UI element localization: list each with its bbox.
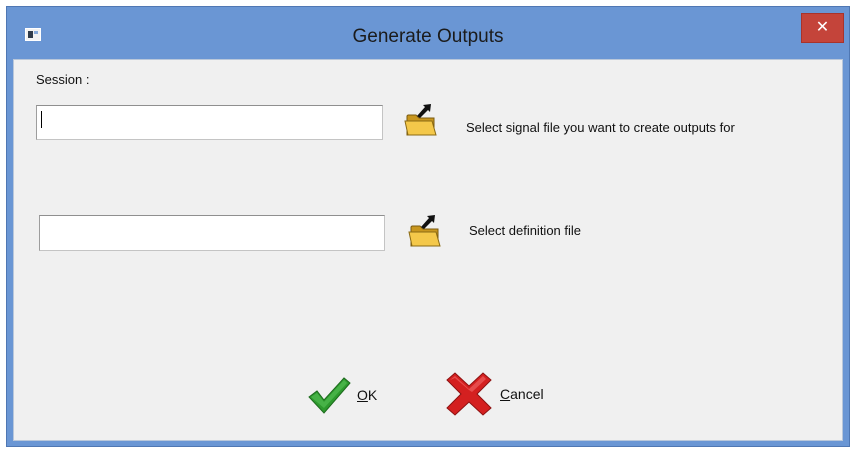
dialog-title: Generate Outputs — [352, 26, 504, 47]
cancel-button[interactable]: Cancel — [444, 372, 544, 416]
open-folder-icon — [408, 215, 441, 247]
signal-file-field-wrapper — [36, 105, 383, 140]
signal-file-hint: Select signal file you want to create ou… — [466, 120, 735, 135]
signal-file-input[interactable] — [36, 105, 383, 140]
browse-definition-file-button[interactable] — [407, 213, 441, 247]
ok-button[interactable]: OK — [307, 375, 377, 415]
session-label: Session : — [36, 72, 90, 87]
open-folder-icon — [404, 104, 437, 136]
definition-file-hint: Select definition file — [469, 223, 582, 238]
close-button[interactable]: ✕ — [801, 13, 844, 43]
generate-outputs-dialog: Generate Outputs ✕ Session : Select sign… — [6, 6, 850, 447]
green-checkmark-icon — [308, 377, 351, 414]
cancel-button-label: Cancel — [500, 386, 544, 402]
dialog-body: Session : Select signal file you want to… — [13, 59, 843, 441]
red-x-icon — [446, 372, 492, 416]
browse-signal-file-button[interactable] — [403, 102, 437, 136]
text-caret — [41, 111, 42, 128]
title-bar[interactable]: Generate Outputs ✕ — [7, 7, 849, 59]
ok-button-label: OK — [357, 387, 378, 403]
definition-file-input[interactable] — [39, 215, 385, 251]
